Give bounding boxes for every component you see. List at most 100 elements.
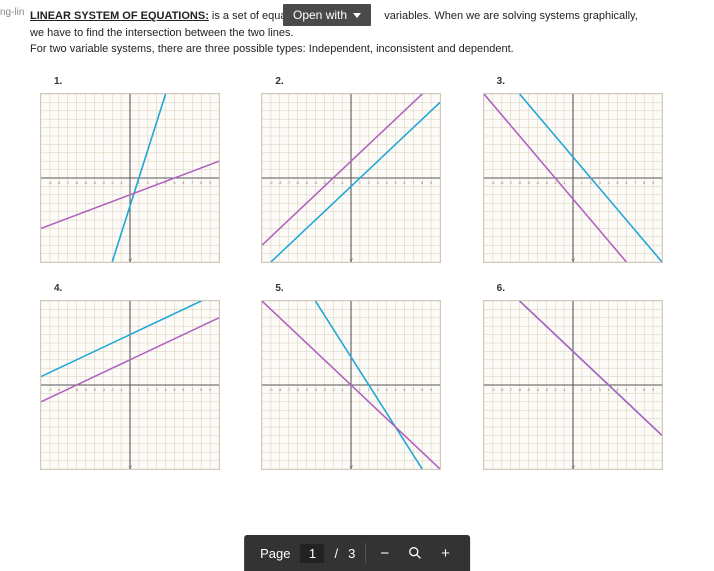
graph-label: 6.: [497, 283, 674, 294]
svg-text:-5: -5: [84, 180, 87, 184]
svg-text:-7: -7: [509, 387, 512, 391]
graph-label: 4.: [54, 283, 231, 294]
svg-text:1: 1: [581, 387, 583, 391]
open-with-button[interactable]: Open with: [283, 4, 371, 26]
svg-text:-4: -4: [535, 387, 538, 391]
svg-text:-9: -9: [491, 387, 494, 391]
svg-text:5: 5: [174, 180, 176, 184]
svg-text:4: 4: [607, 180, 609, 184]
svg-text:-2: -2: [332, 180, 335, 184]
svg-text:8: 8: [422, 180, 424, 184]
intro-heading: LINEAR SYSTEM OF EQUATIONS:: [30, 10, 209, 22]
truncated-filename: ng-lin: [0, 7, 24, 18]
svg-text:-9: -9: [270, 387, 273, 391]
svg-text:-9: -9: [270, 180, 273, 184]
graph-plot: -9-8-7-6-5-4-3-2-1123456789-y: [40, 300, 220, 470]
page-total: 3: [348, 546, 355, 561]
svg-text:-y: -y: [349, 463, 354, 468]
graph-cell: 6.-9-8-7-6-5-4-3-2-1123456789-y: [483, 283, 674, 470]
svg-text:-6: -6: [518, 180, 521, 184]
svg-text:6: 6: [625, 180, 627, 184]
svg-text:4: 4: [607, 387, 609, 391]
svg-text:-8: -8: [500, 180, 503, 184]
svg-text:7: 7: [413, 180, 415, 184]
graph-cell: 1.-9-8-7-6-5-4-3-2-1123456789-y: [40, 76, 231, 263]
page-slash: /: [334, 546, 338, 561]
svg-text:1: 1: [359, 387, 361, 391]
svg-text:-9: -9: [48, 180, 51, 184]
svg-text:7: 7: [634, 387, 636, 391]
graph-plot: -9-8-7-6-5-4-3-2-1123456789-y: [483, 300, 663, 470]
svg-text:-7: -7: [287, 387, 290, 391]
svg-text:-8: -8: [279, 180, 282, 184]
graph-cell: 4.-9-8-7-6-5-4-3-2-1123456789-y: [40, 283, 231, 470]
graph-label: 2.: [275, 76, 452, 87]
graphs-grid: 1. -9 -8 -7 -6 -5 -4 -3 -2 -1 1 2 3 4 5 6 7 8 9 -y 2. -9 -8 -7 -…: [30, 76, 684, 470]
svg-text:2: 2: [147, 180, 149, 184]
graph-plot: -9-8-7-6-5-4-3-2-1123456789-y: [40, 93, 220, 263]
svg-text:9: 9: [430, 180, 432, 184]
svg-text:7: 7: [191, 180, 193, 184]
svg-text:1: 1: [581, 180, 583, 184]
svg-text:6: 6: [404, 180, 406, 184]
page-label: Page: [260, 546, 290, 561]
svg-text:-1: -1: [562, 180, 565, 184]
svg-text:-y: -y: [349, 256, 354, 261]
svg-text:2: 2: [589, 180, 591, 184]
graph-plot: -9-8-7-6-5-4-3-2-1123456789-y: [483, 93, 663, 263]
svg-text:-5: -5: [527, 387, 530, 391]
svg-text:-3: -3: [102, 387, 105, 391]
toolbar-separator: [365, 543, 366, 563]
document-page: ng-lin LINEAR SYSTEM OF EQUATIONS: is a …: [0, 0, 714, 571]
svg-text:2: 2: [589, 387, 591, 391]
svg-text:-y: -y: [128, 463, 133, 468]
svg-text:5: 5: [616, 180, 618, 184]
svg-text:3: 3: [377, 387, 379, 391]
chevron-down-icon: [353, 13, 361, 18]
graph-label: 5.: [275, 283, 452, 294]
svg-text:7: 7: [634, 180, 636, 184]
svg-text:-2: -2: [111, 387, 114, 391]
svg-text:-6: -6: [296, 387, 299, 391]
zoom-out-button[interactable]: −: [376, 545, 393, 562]
svg-text:-1: -1: [341, 180, 344, 184]
zoom-in-button[interactable]: +: [437, 545, 454, 562]
svg-text:-3: -3: [544, 180, 547, 184]
intro-line1b: variables. When we are solving systems g…: [381, 10, 638, 22]
svg-text:-6: -6: [518, 387, 521, 391]
svg-text:-1: -1: [562, 387, 565, 391]
svg-text:-y: -y: [571, 463, 576, 468]
svg-text:2: 2: [368, 180, 370, 184]
intro-line2: we have to find the intersection between…: [30, 27, 294, 39]
svg-text:-7: -7: [66, 180, 69, 184]
open-with-label: Open with: [293, 8, 347, 22]
graph-cell: 3.-9-8-7-6-5-4-3-2-1123456789-y: [483, 76, 674, 263]
svg-text:-4: -4: [93, 180, 96, 184]
svg-text:-4: -4: [314, 387, 317, 391]
graph-label: 1.: [54, 76, 231, 87]
intro-line3: For two variable systems, there are thre…: [30, 43, 514, 55]
svg-text:-9: -9: [48, 387, 51, 391]
svg-text:3: 3: [598, 387, 600, 391]
svg-text:4: 4: [165, 387, 167, 391]
svg-text:2: 2: [147, 387, 149, 391]
svg-text:-5: -5: [527, 180, 530, 184]
svg-text:-2: -2: [553, 387, 556, 391]
svg-text:-8: -8: [500, 387, 503, 391]
zoom-fit-button[interactable]: [403, 545, 427, 561]
svg-text:-4: -4: [314, 180, 317, 184]
svg-text:-8: -8: [57, 387, 60, 391]
svg-text:-y: -y: [128, 256, 133, 261]
svg-text:-y: -y: [571, 256, 576, 261]
svg-text:-8: -8: [57, 180, 60, 184]
svg-text:3: 3: [377, 180, 379, 184]
svg-text:-4: -4: [535, 180, 538, 184]
svg-text:8: 8: [643, 180, 645, 184]
svg-text:8: 8: [200, 387, 202, 391]
page-number-input[interactable]: [300, 544, 324, 563]
svg-text:-5: -5: [305, 180, 308, 184]
svg-text:-3: -3: [102, 180, 105, 184]
svg-text:5: 5: [395, 180, 397, 184]
svg-text:-6: -6: [296, 180, 299, 184]
svg-text:8: 8: [422, 387, 424, 391]
